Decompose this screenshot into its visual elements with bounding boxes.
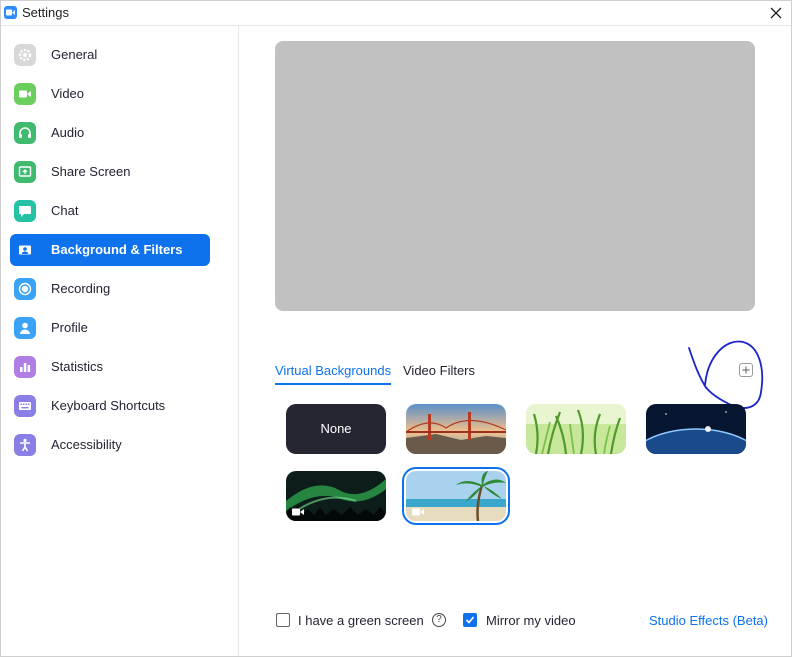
person-icon [14,317,36,339]
accessibility-icon [14,434,36,456]
sidebar-item-label: Chat [51,203,79,218]
sidebar-item-accessibility[interactable]: Accessibility [10,429,210,461]
sidebar-item-label: Audio [51,125,85,140]
video-camera-icon [412,508,424,516]
bar-chart-icon [14,356,36,378]
sidebar-item-share-screen[interactable]: Share Screen [10,156,210,188]
studio-effects-link[interactable]: Studio Effects (Beta) [649,613,768,628]
settings-window: Settings General Video Audio Share Scree… [0,0,792,657]
keyboard-icon [14,395,36,417]
sidebar: General Video Audio Share Screen Chat Ba… [1,26,239,656]
video-camera-icon [4,6,17,19]
sidebar-item-label: Recording [51,281,111,296]
sidebar-item-chat[interactable]: Chat [10,195,210,227]
sidebar-item-statistics[interactable]: Statistics [10,351,210,383]
background-grass[interactable] [526,404,626,454]
background-none[interactable]: None [286,404,386,454]
sidebar-item-profile[interactable]: Profile [10,312,210,344]
sidebar-item-label: General [51,47,98,62]
sidebar-item-label: Share Screen [51,164,131,179]
portrait-icon [14,239,36,261]
sidebar-item-audio[interactable]: Audio [10,117,210,149]
sidebar-item-label: Keyboard Shortcuts [51,398,166,413]
headphones-icon [14,122,36,144]
question-circle-icon[interactable]: ? [432,613,446,627]
mirror-video-checkbox[interactable] [463,613,477,627]
background-aurora[interactable] [286,471,386,521]
tab-virtual-backgrounds[interactable]: Virtual Backgrounds [275,363,392,385]
background-golden-gate-bridge[interactable] [406,404,506,454]
sidebar-item-label: Background & Filters [51,242,183,257]
background-earth-from-space[interactable] [646,404,746,454]
sidebar-item-recording[interactable]: Recording [10,273,210,305]
green-screen-label: I have a green screen [298,613,424,628]
background-beach-palm[interactable] [402,467,510,525]
record-icon [14,278,36,300]
window-title: Settings [22,5,69,20]
checkmark-icon [465,616,475,624]
close-icon [770,7,782,19]
sidebar-item-label: Statistics [51,359,104,374]
sidebar-item-background-filters[interactable]: Background & Filters [10,234,210,266]
add-background-button[interactable] [739,363,753,377]
close-button[interactable] [765,3,787,23]
green-screen-checkbox[interactable] [276,613,290,627]
sidebar-item-label: Video [51,86,85,101]
title-bar: Settings [1,1,791,26]
sidebar-item-keyboard-shortcuts[interactable]: Keyboard Shortcuts [10,390,210,422]
gear-icon [14,44,36,66]
video-camera-icon [292,508,304,516]
sidebar-item-label: Accessibility [51,437,122,452]
plus-icon [742,366,750,374]
sidebar-item-video[interactable]: Video [10,78,210,110]
share-screen-icon [14,161,36,183]
sidebar-item-label: Profile [51,320,88,335]
video-preview [275,41,755,311]
sidebar-item-general[interactable]: General [10,39,210,71]
tab-video-filters[interactable]: Video Filters [403,363,475,383]
video-camera-icon [14,83,36,105]
mirror-video-label: Mirror my video [486,613,576,628]
chat-bubble-icon [14,200,36,222]
